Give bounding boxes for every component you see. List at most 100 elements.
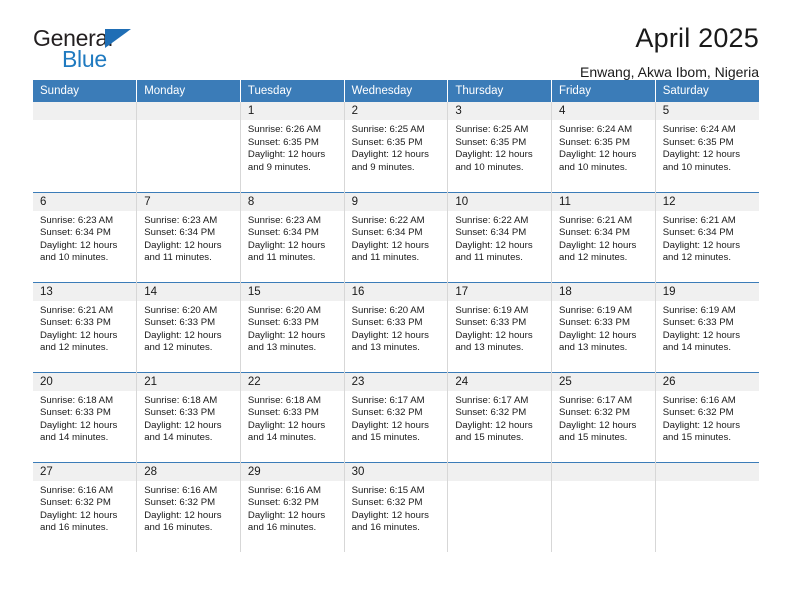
calendar-week-row: 27 Sunrise: 6:16 AM Sunset: 6:32 PM Dayligh… xyxy=(33,461,759,552)
day-number: 21 xyxy=(137,372,240,391)
daylight-text: Daylight: 12 hours xyxy=(247,239,326,251)
daylight-text: Daylight: 12 hours xyxy=(247,509,326,521)
day-details: Sunrise: 6:19 AM Sunset: 6:33 PM Daylight:… xyxy=(552,301,655,355)
day-number: 12 xyxy=(655,192,759,211)
day-details: Sunrise: 6:22 AM Sunset: 6:34 PM Daylight:… xyxy=(345,211,448,265)
day-details xyxy=(137,120,240,124)
weekday-header-sunday: Sunday xyxy=(33,80,138,102)
daylight-text: and 9 minutes. xyxy=(351,161,415,173)
day-number xyxy=(552,462,655,481)
calendar-day-cell[interactable]: 13 Sunrise: 6:21 AM Sunset: 6:33 PM Dayligh… xyxy=(33,281,138,372)
day-details: Sunrise: 6:16 AM Sunset: 6:32 PM Daylight:… xyxy=(656,391,759,445)
day-number: 11 xyxy=(552,192,655,211)
sunrise-text: Sunrise: 6:20 AM xyxy=(247,304,321,316)
calendar-weekday-header: Sunday Monday Tuesday Wednesday Thursday Frid… xyxy=(33,80,759,102)
daylight-text: and 13 minutes. xyxy=(247,342,317,354)
day-number: 24 xyxy=(448,372,552,391)
daylight-text: Daylight: 12 hours xyxy=(144,419,222,431)
calendar-cell-empty xyxy=(655,461,759,552)
sunrise-text: Sunrise: 6:19 AM xyxy=(559,304,633,316)
calendar-day-cell[interactable]: 23 Sunrise: 6:17 AM Sunset: 6:32 PM Dayligh… xyxy=(344,371,449,462)
calendar-day-cell[interactable]: 24 Sunrise: 6:17 AM Sunset: 6:32 PM Dayligh… xyxy=(447,371,553,462)
calendar-day-cell[interactable]: 18 Sunrise: 6:19 AM Sunset: 6:33 PM Dayligh… xyxy=(551,281,656,372)
sunset-text: Sunset: 6:33 PM xyxy=(40,407,111,419)
sunset-text: Sunset: 6:33 PM xyxy=(144,317,216,329)
calendar-day-cell[interactable]: 2 Sunrise: 6:25 AM Sunset: 6:35 PM Daylight… xyxy=(344,102,449,192)
weekday-header-wednesday: Wednesday xyxy=(344,80,449,102)
sunrise-text: Sunrise: 6:18 AM xyxy=(247,394,321,406)
day-details: Sunrise: 6:19 AM Sunset: 6:33 PM Daylight:… xyxy=(448,301,551,355)
day-details: Sunrise: 6:24 AM Sunset: 6:35 PM Daylight:… xyxy=(656,120,759,174)
daylight-text: and 14 minutes. xyxy=(144,432,213,444)
day-number: 7 xyxy=(137,192,240,211)
daylight-text: Daylight: 12 hours xyxy=(662,239,741,251)
calendar-day-cell[interactable]: 12 Sunrise: 6:21 AM Sunset: 6:34 PM Dayligh… xyxy=(655,191,759,282)
sunset-text: Sunset: 6:33 PM xyxy=(351,317,423,329)
calendar-day-cell[interactable]: 17 Sunrise: 6:19 AM Sunset: 6:33 PM Dayligh… xyxy=(447,281,553,372)
sunrise-text: Sunrise: 6:17 AM xyxy=(559,394,633,406)
calendar-day-cell[interactable]: 6 Sunrise: 6:23 AM Sunset: 6:34 PM Daylight… xyxy=(33,191,138,282)
day-number: 6 xyxy=(33,192,137,211)
sunrise-text: Sunrise: 6:20 AM xyxy=(351,304,425,316)
calendar-day-cell[interactable]: 25 Sunrise: 6:17 AM Sunset: 6:32 PM Dayligh… xyxy=(551,371,656,462)
daylight-text: and 10 minutes. xyxy=(662,161,731,173)
weekday-header-thursday: Thursday xyxy=(447,80,553,102)
sunrise-text: Sunrise: 6:19 AM xyxy=(662,304,736,316)
sunrise-text: Sunrise: 6:16 AM xyxy=(662,394,736,406)
day-number: 18 xyxy=(552,282,655,301)
sunset-text: Sunset: 6:32 PM xyxy=(351,407,423,419)
day-details: Sunrise: 6:17 AM Sunset: 6:32 PM Daylight:… xyxy=(552,391,655,445)
calendar-day-cell[interactable]: 14 Sunrise: 6:20 AM Sunset: 6:33 PM Dayligh… xyxy=(136,281,241,372)
sunrise-text: Sunrise: 6:16 AM xyxy=(247,484,321,496)
daylight-text: and 10 minutes. xyxy=(40,252,109,264)
weekday-header-tuesday: Tuesday xyxy=(240,80,345,102)
calendar-cell-empty xyxy=(33,102,138,192)
sunset-text: Sunset: 6:32 PM xyxy=(662,407,734,419)
calendar-day-cell[interactable]: 27 Sunrise: 6:16 AM Sunset: 6:32 PM Dayligh… xyxy=(33,461,138,552)
daylight-text: Daylight: 12 hours xyxy=(144,239,222,251)
calendar-day-cell[interactable]: 22 Sunrise: 6:18 AM Sunset: 6:33 PM Dayligh… xyxy=(240,371,345,462)
calendar-day-cell[interactable]: 5 Sunrise: 6:24 AM Sunset: 6:35 PM Daylight… xyxy=(655,102,759,192)
daylight-text: Daylight: 12 hours xyxy=(662,329,741,341)
calendar-day-cell[interactable]: 3 Sunrise: 6:25 AM Sunset: 6:35 PM Daylight… xyxy=(447,102,553,192)
daylight-text: and 12 minutes. xyxy=(40,342,109,354)
day-number: 16 xyxy=(344,282,448,301)
daylight-text: and 10 minutes. xyxy=(559,161,628,173)
day-details: Sunrise: 6:25 AM Sunset: 6:35 PM Daylight:… xyxy=(345,120,448,174)
calendar-day-cell[interactable]: 16 Sunrise: 6:20 AM Sunset: 6:33 PM Dayligh… xyxy=(344,281,449,372)
calendar-day-cell[interactable]: 4 Sunrise: 6:24 AM Sunset: 6:35 PM Daylight… xyxy=(551,102,656,192)
calendar-day-cell[interactable]: 8 Sunrise: 6:23 AM Sunset: 6:34 PM Daylight… xyxy=(240,191,345,282)
logo-text-blue: Blue xyxy=(62,46,107,72)
calendar-day-cell[interactable]: 10 Sunrise: 6:22 AM Sunset: 6:34 PM Dayligh… xyxy=(447,191,553,282)
weekday-header-saturday: Saturday xyxy=(655,80,759,102)
day-number: 1 xyxy=(240,102,344,120)
general-blue-logo[interactable]: General Blue xyxy=(33,26,173,78)
calendar-day-cell[interactable]: 9 Sunrise: 6:22 AM Sunset: 6:34 PM Daylight… xyxy=(344,191,449,282)
day-details xyxy=(552,481,655,485)
calendar-day-cell[interactable]: 7 Sunrise: 6:23 AM Sunset: 6:34 PM Daylight… xyxy=(136,191,241,282)
calendar-day-cell[interactable]: 1 Sunrise: 6:26 AM Sunset: 6:35 PM Daylight… xyxy=(240,102,345,192)
calendar-day-cell[interactable]: 20 Sunrise: 6:18 AM Sunset: 6:33 PM Dayligh… xyxy=(33,371,138,462)
daylight-text: Daylight: 12 hours xyxy=(351,329,429,341)
day-details xyxy=(448,481,551,485)
day-details xyxy=(33,120,136,124)
sunset-text: Sunset: 6:35 PM xyxy=(455,136,527,148)
sunrise-text: Sunrise: 6:24 AM xyxy=(559,124,633,135)
daylight-text: and 16 minutes. xyxy=(144,522,213,534)
calendar-day-cell[interactable]: 11 Sunrise: 6:21 AM Sunset: 6:34 PM Dayligh… xyxy=(551,191,656,282)
calendar-day-cell[interactable]: 26 Sunrise: 6:16 AM Sunset: 6:32 PM Dayligh… xyxy=(655,371,759,462)
day-details: Sunrise: 6:21 AM Sunset: 6:34 PM Daylight:… xyxy=(656,211,759,265)
day-details: Sunrise: 6:23 AM Sunset: 6:34 PM Daylight:… xyxy=(137,211,240,265)
calendar-day-cell[interactable]: 29 Sunrise: 6:16 AM Sunset: 6:32 PM Dayligh… xyxy=(240,461,345,552)
daylight-text: and 11 minutes. xyxy=(144,252,212,264)
calendar-day-cell[interactable]: 19 Sunrise: 6:19 AM Sunset: 6:33 PM Dayligh… xyxy=(655,281,759,372)
calendar-day-cell[interactable]: 28 Sunrise: 6:16 AM Sunset: 6:32 PM Dayligh… xyxy=(136,461,241,552)
day-number: 10 xyxy=(448,192,552,211)
calendar-day-cell[interactable]: 21 Sunrise: 6:18 AM Sunset: 6:33 PM Dayligh… xyxy=(136,371,241,462)
day-number: 22 xyxy=(240,372,344,391)
day-number: 20 xyxy=(33,372,137,391)
calendar-day-cell[interactable]: 15 Sunrise: 6:20 AM Sunset: 6:33 PM Dayligh… xyxy=(240,281,345,372)
calendar-day-cell[interactable]: 30 Sunrise: 6:15 AM Sunset: 6:32 PM Dayligh… xyxy=(344,461,449,552)
sunrise-text: Sunrise: 6:25 AM xyxy=(351,124,425,135)
sunrise-text: Sunrise: 6:26 AM xyxy=(247,124,321,135)
